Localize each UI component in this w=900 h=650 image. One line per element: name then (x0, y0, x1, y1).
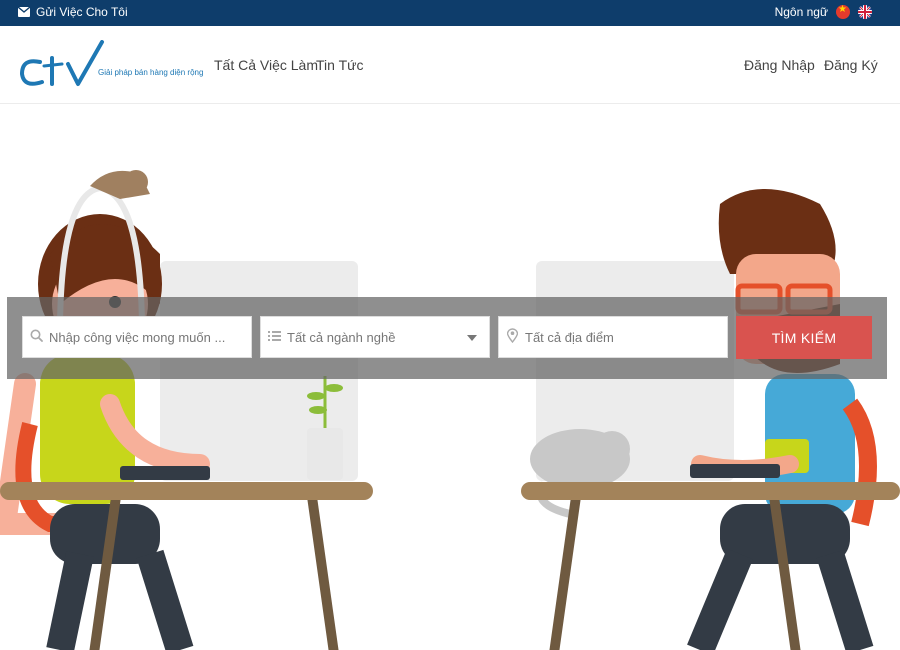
search-button[interactable]: TÌM KIẾM (736, 316, 872, 359)
keyword-field[interactable]: Nhập công việc mong muốn ... (22, 316, 252, 358)
nav-all-jobs[interactable]: Tất Cả Việc Làm (214, 57, 318, 73)
right-desk (521, 482, 900, 500)
logo-tagline: Giải pháp bán hàng diện rộng (98, 68, 204, 77)
location-field[interactable]: Tất cả địa điểm (498, 316, 728, 358)
nav-news[interactable]: Tin Tức (316, 57, 364, 73)
envelope-icon (18, 7, 30, 17)
search-icon (23, 329, 49, 345)
list-icon (261, 330, 287, 345)
nav-login[interactable]: Đăng Nhập (744, 57, 815, 73)
nav-register[interactable]: Đăng Ký (824, 57, 878, 73)
map-pin-icon (499, 328, 525, 346)
uk-flag-graphic (858, 5, 872, 19)
top-bar: Gửi Việc Cho Tôi Ngôn ngữ (0, 0, 900, 26)
location-input[interactable]: Tất cả địa điểm (525, 330, 727, 345)
search-bar: Nhập công việc mong muốn ... Tất cả ngàn… (7, 297, 887, 379)
site-header: Giải pháp bán hàng diện rộng Tất Cả Việc… (0, 26, 900, 104)
language-switcher: Ngôn ngữ (775, 5, 872, 19)
chevron-down-icon[interactable] (467, 335, 477, 341)
logo-graphic (19, 40, 104, 86)
keyword-input[interactable]: Nhập công việc mong muốn ... (49, 330, 251, 345)
uk-flag-icon[interactable] (858, 5, 872, 19)
site-logo[interactable]: Giải pháp bán hàng diện rộng (18, 40, 203, 90)
send-job-link[interactable]: Gửi Việc Cho Tôi (18, 5, 128, 19)
send-job-label: Gửi Việc Cho Tôi (36, 5, 128, 19)
left-desk (0, 482, 373, 500)
category-value: Tất cả ngành nghề (287, 329, 396, 345)
category-select[interactable]: Tất cả ngành nghề (260, 316, 490, 358)
vietnam-flag-icon[interactable] (836, 5, 850, 19)
language-label: Ngôn ngữ (774, 5, 828, 19)
